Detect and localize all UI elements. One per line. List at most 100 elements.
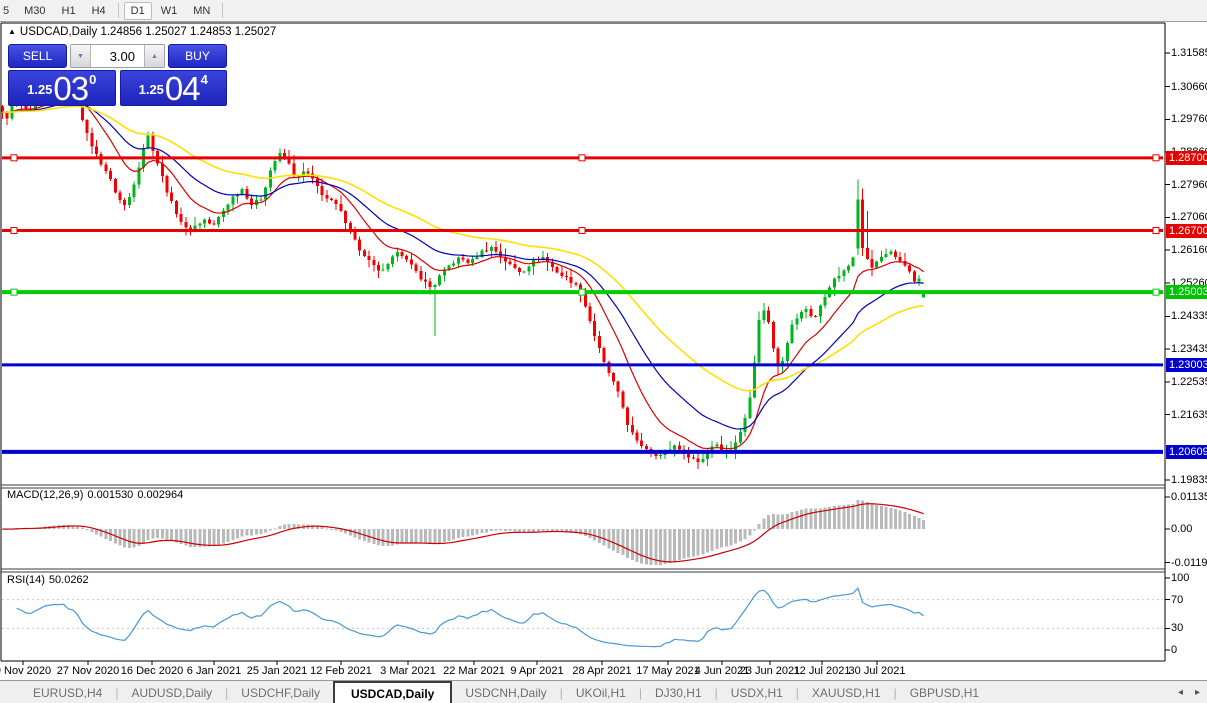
ma-fast-line <box>2 97 925 450</box>
lot-decrease-button[interactable]: ▼ <box>71 45 91 67</box>
macd-axis-label: 0.00 <box>1171 523 1193 535</box>
timeframe-button-w1[interactable]: W1 <box>154 2 185 20</box>
rsi-line <box>16 586 925 648</box>
timeframe-toolbar: 5 M30 H1 H4 D1 W1 MN <box>0 0 1207 22</box>
line-handle <box>1152 227 1160 235</box>
mt4-application: 5 M30 H1 H4 D1 W1 MN ▲ USDCAD,Daily 1.24856 1.2… <box>0 0 1207 703</box>
lot-increase-button[interactable]: ▲ <box>144 45 164 67</box>
symbol-tab-eurusd[interactable]: EURUSD,H4 <box>20 681 115 703</box>
date-axis-label: 12 Feb 2021 <box>310 665 372 677</box>
line-handle <box>578 154 586 162</box>
timeframe-button-h1[interactable]: H1 <box>55 2 83 20</box>
ask-price-display[interactable]: 1.25 04 4 <box>119 70 227 106</box>
date-axis-label: 9 Apr 2021 <box>510 665 564 677</box>
rsi-indicator-title: RSI(14) 50.0262 <box>7 574 93 586</box>
symbol-tab-usdchf[interactable]: USDCHF,Daily <box>228 681 333 703</box>
tab-scroll-right-button[interactable]: ▸ <box>1195 687 1200 698</box>
rsi-plot <box>16 586 925 648</box>
date-axis-label: 3 Mar 2021 <box>380 665 436 677</box>
hline-price-label: 1.20609 <box>1166 444 1207 459</box>
tab-scroll-arrows: ◂ ▸ <box>1178 681 1200 703</box>
lot-size-input[interactable]: 3.00 <box>91 45 144 67</box>
date-axis-label: 16 Dec 2020 <box>120 665 184 677</box>
line-handle <box>578 227 586 235</box>
lot-size-stepper: ▼ 3.00 ▲ <box>70 44 165 68</box>
symbol-tab-gbpusd[interactable]: GBPUSD,H1 <box>897 681 992 703</box>
line-handle <box>10 227 18 235</box>
one-click-trading-panel: SELL ▼ 3.00 ▲ BUY 1.25 03 0 1.25 04 4 <box>8 44 227 106</box>
date-axis-label: 6 Jan 2021 <box>186 665 242 677</box>
horizontal-level-lines <box>2 154 1163 454</box>
chart-ohlc-values: 1.24856 1.25027 1.24853 1.25027 <box>100 26 277 38</box>
date-axis-label: 28 Apr 2021 <box>572 665 632 677</box>
sell-button[interactable]: SELL <box>8 44 67 68</box>
rsi-axis-label: 70 <box>1171 593 1184 606</box>
line-handle <box>1152 154 1160 162</box>
price-axis-label: 1.31585 <box>1171 47 1207 59</box>
rsi-axis-label: 0 <box>1171 644 1178 656</box>
timeframe-button-h4[interactable]: H4 <box>85 2 113 20</box>
timeframe-button-m30[interactable]: M30 <box>17 2 52 20</box>
line-handle <box>1152 288 1160 296</box>
timeframe-button-d1[interactable]: D1 <box>123 1 152 20</box>
price-axis-label: 1.29760 <box>1171 113 1207 126</box>
bid-price-display[interactable]: 1.25 03 0 <box>8 70 116 106</box>
hline-price-label: 1.23003 <box>1166 357 1207 372</box>
chart-frame <box>0 22 1166 662</box>
timeframe-button-mn[interactable]: MN <box>186 2 217 20</box>
macd-histogram <box>1 500 926 566</box>
rsi-value: 50.0262 <box>48 574 89 586</box>
date-axis-label: 23 Jun 2021 <box>739 665 801 677</box>
date-axis-label: 9 Nov 2020 <box>0 665 52 677</box>
price-axis-label: 1.26160 <box>1171 244 1207 257</box>
price-axis-label: 1.23435 <box>1171 343 1207 356</box>
date-axis-label: 30 Jul 2021 <box>848 665 906 677</box>
axis-ticks <box>22 52 1170 665</box>
macd-main-value: 0.001530 <box>87 489 134 501</box>
rsi-axis-label: 100 <box>1171 572 1190 584</box>
rsi-label: RSI(14) <box>7 574 45 586</box>
date-axis-label: 25 Jan 2021 <box>246 665 308 677</box>
arrow-down-icon: ▼ <box>77 52 84 60</box>
date-axis-label: 12 Jul 2021 <box>793 665 851 677</box>
rsi-axis-label: 30 <box>1171 622 1184 635</box>
symbol-tab-ukoil[interactable]: UKOil,H1 <box>563 681 639 703</box>
symbol-tab-usdcnh[interactable]: USDCNH,Daily <box>452 681 559 703</box>
hline-price-label: 1.28700 <box>1166 150 1207 165</box>
date-axis-label: 22 Mar 2021 <box>443 665 505 677</box>
symbol-tab-audusd[interactable]: AUDUSD,Daily <box>118 681 225 703</box>
line-handle <box>10 154 18 162</box>
symbol-tab-usdcad[interactable]: USDCAD,Daily <box>332 681 453 703</box>
chart-title: ▲ USDCAD,Daily 1.24856 1.25027 1.24853 1.… <box>8 26 276 38</box>
symbol-collapse-icon[interactable]: ▲ <box>8 27 16 36</box>
macd-axis-label: 0.01135 <box>1171 490 1207 503</box>
line-handle <box>578 288 586 296</box>
ma-fast <box>2 97 925 450</box>
symbol-tab-xauusd[interactable]: XAUUSD,H1 <box>799 681 894 703</box>
hline-price-label: 1.25003 <box>1166 285 1207 300</box>
price-axis-label: 1.27060 <box>1171 211 1207 224</box>
macd-label: MACD(12,26,9) <box>7 489 84 501</box>
chart-symbol-label: USDCAD,Daily <box>19 26 98 38</box>
date-axis-label: 17 May 2021 <box>636 665 700 677</box>
symbol-tab-dj30[interactable]: DJ30,H1 <box>642 681 715 703</box>
macd-indicator-title: MACD(12,26,9) 0.001530 0.002964 <box>7 489 187 501</box>
rsi-level-lines <box>2 599 1163 629</box>
buy-button[interactable]: BUY <box>168 44 227 68</box>
price-axis-label: 1.27960 <box>1171 178 1207 191</box>
price-axis-label: 1.22535 <box>1171 375 1207 388</box>
symbol-tab-bar: EURUSD,H4 | AUDUSD,Daily | USDCHF,Daily USDCA… <box>0 680 1207 703</box>
toolbar-separator <box>117 3 119 18</box>
price-axis-label: 1.30660 <box>1171 80 1207 93</box>
hline-price-label: 1.26700 <box>1166 223 1207 238</box>
price-axis-label: 1.19835 <box>1171 473 1207 486</box>
tabbar-spacer <box>0 681 20 703</box>
timeframe-button-5[interactable]: 5 <box>1 2 15 20</box>
tab-scroll-left-button[interactable]: ◂ <box>1178 687 1183 698</box>
price-axis-label: 1.24335 <box>1171 310 1207 323</box>
toolbar-separator <box>222 3 224 18</box>
price-axis-label: 1.21635 <box>1171 408 1207 421</box>
symbol-tab-usdx[interactable]: USDX,H1 <box>718 681 796 703</box>
line-handle <box>10 288 18 296</box>
macd-axis-label: -0.01190 <box>1171 556 1207 569</box>
